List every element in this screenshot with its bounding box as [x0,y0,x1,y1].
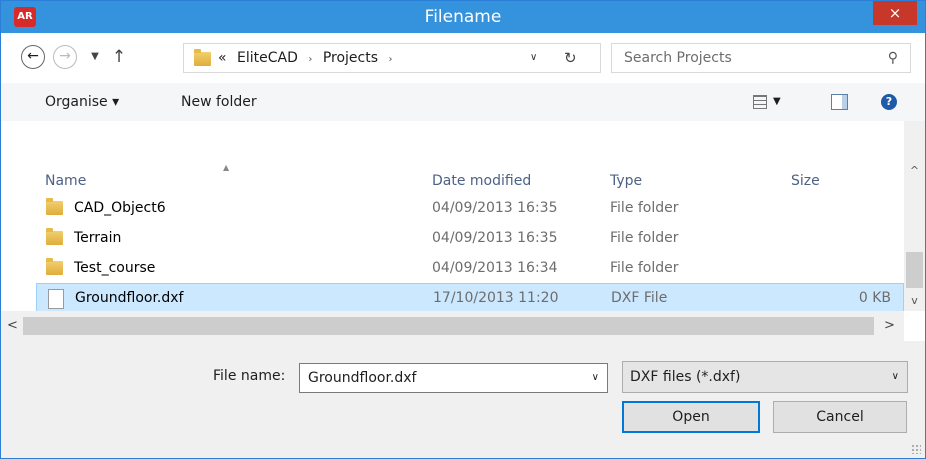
resize-grip-icon[interactable] [911,444,921,454]
table-row[interactable]: Test_course 04/09/2013 16:34 File folder [36,253,904,283]
search-input[interactable]: Search Projects ⚲ [611,43,911,73]
row-type: File folder [610,230,679,246]
scroll-left-icon[interactable]: < [7,311,18,341]
breadcrumb-separator-icon[interactable]: › [388,54,392,65]
scroll-down-icon[interactable]: v [904,291,925,311]
column-header-size[interactable]: Size [791,171,820,191]
scroll-up-icon[interactable]: ^ [904,161,925,181]
sort-ascending-icon: ▲ [223,163,230,172]
table-row[interactable]: CAD_Object6 04/09/2013 16:35 File folder [36,193,904,223]
file-type-dropdown-icon[interactable]: ∨ [892,362,899,392]
cancel-button[interactable]: Cancel [773,401,907,433]
file-icon [48,289,64,309]
row-type: File folder [610,260,679,276]
breadcrumb-separator-icon[interactable]: › [308,54,312,65]
file-name-value: Groundfloor.dxf [308,370,417,386]
organise-button[interactable]: Organise ▾ [45,83,119,121]
navigation-bar: ← → ▼ ↑ « EliteCAD › Projects › ∨ ↻ Sear… [1,33,925,83]
row-date: 04/09/2013 16:34 [432,260,558,276]
vertical-scroll-thumb[interactable] [906,252,923,288]
refresh-icon[interactable]: ↻ [564,44,577,72]
row-name: CAD_Object6 [74,200,166,216]
folder-icon [46,258,63,275]
search-placeholder: Search Projects [624,50,732,66]
row-name: Test_course [74,260,156,276]
row-size: 0 KB [858,290,891,306]
vertical-scrollbar[interactable]: ^ v [904,121,925,311]
preview-pane-icon[interactable] [831,94,848,110]
new-folder-button[interactable]: New folder [181,83,257,121]
row-date: 04/09/2013 16:35 [432,200,558,216]
search-icon[interactable]: ⚲ [888,44,898,72]
file-name-label: File name: [213,368,286,384]
horizontal-scrollbar[interactable]: < > [1,311,904,341]
help-icon[interactable]: ? [881,94,897,110]
address-dropdown-icon[interactable]: ∨ [530,44,537,72]
file-list: ▲ Name Date modified Type Size CAD_Objec… [1,121,925,341]
column-header-type[interactable]: Type [610,171,642,191]
back-button[interactable]: ← [21,45,45,69]
row-type: DXF File [611,290,668,306]
folder-icon [46,198,63,215]
file-type-value: DXF files (*.dxf) [630,369,741,385]
up-button[interactable]: ↑ [107,45,131,69]
open-button[interactable]: Open [622,401,760,433]
row-name: Terrain [74,230,122,246]
breadcrumb-item-projects[interactable]: Projects [323,50,378,66]
dialog-footer: File name: Groundfloor.dxf ∨ DXF files (… [1,341,925,458]
column-header-date-modified[interactable]: Date modified [432,171,531,191]
dialog-title: Filename [424,7,502,27]
column-header-name[interactable]: Name [45,171,86,191]
recent-locations-chevron-icon[interactable]: ▼ [83,45,107,69]
file-name-dropdown-icon[interactable]: ∨ [592,364,599,392]
close-button[interactable]: × [873,1,917,25]
breadcrumb-item-elitecad[interactable]: EliteCAD [237,50,298,66]
breadcrumb-overflow[interactable]: « [218,50,227,66]
file-name-input[interactable]: Groundfloor.dxf ∨ [299,363,608,393]
folder-icon [46,228,63,245]
scroll-right-icon[interactable]: > [884,311,895,341]
file-type-select[interactable]: DXF files (*.dxf) ∨ [622,361,908,393]
address-bar[interactable]: « EliteCAD › Projects › ∨ ↻ [183,43,601,73]
folder-icon [194,49,211,66]
row-date: 04/09/2013 16:35 [432,230,558,246]
forward-button[interactable]: → [53,45,77,69]
table-row[interactable]: Terrain 04/09/2013 16:35 File folder [36,223,904,253]
table-row-selected[interactable]: Groundfloor.dxf 17/10/2013 11:20 DXF Fil… [36,283,904,313]
view-dropdown-icon[interactable]: ▼ [773,83,781,121]
breadcrumb: « EliteCAD › Projects › [218,44,398,74]
row-date: 17/10/2013 11:20 [433,290,559,306]
row-type: File folder [610,200,679,216]
command-bar: Organise ▾ New folder ▼ ? [1,83,925,122]
row-name: Groundfloor.dxf [75,290,184,306]
title-bar[interactable]: AR Filename × [1,1,925,33]
view-options-icon[interactable] [753,95,767,109]
horizontal-scroll-thumb[interactable] [23,317,874,335]
file-dialog: AR Filename × ← → ▼ ↑ « EliteCAD › Proje… [0,0,926,459]
